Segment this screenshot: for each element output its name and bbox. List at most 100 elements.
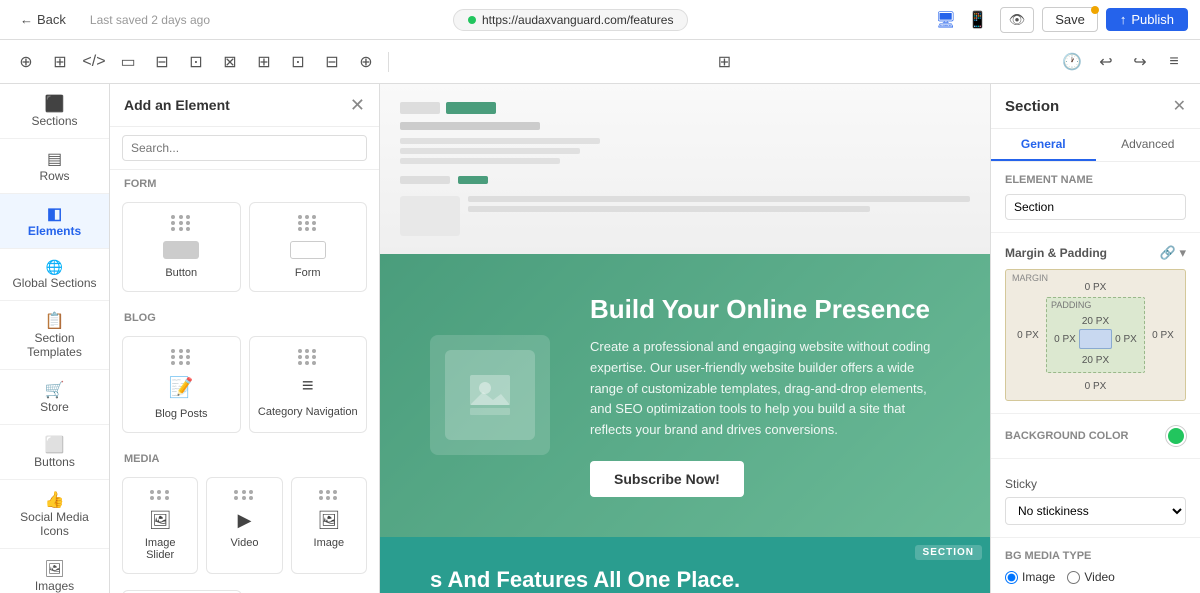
- canvas-banner-section: Build Your Online Presence Create a prof…: [380, 254, 990, 537]
- sidebar-item-social-media-icons[interactable]: 👍 Social Media Icons: [0, 480, 109, 549]
- tab-advanced[interactable]: Advanced: [1096, 129, 1200, 161]
- blog-section-label: Blog: [110, 304, 379, 332]
- history-icon[interactable]: 🕐: [1058, 48, 1086, 76]
- right-panel-close-button[interactable]: ✕: [1173, 96, 1186, 116]
- padding-bottom-value: 20 PX: [1053, 351, 1138, 366]
- element-item-button[interactable]: Button: [122, 202, 241, 292]
- form-icon[interactable]: ⊞: [250, 48, 278, 76]
- element-item-video[interactable]: ▶ Video: [206, 477, 282, 574]
- margin-label-text: MARGIN: [1012, 273, 1048, 283]
- add-element-icon[interactable]: ⊕: [12, 48, 40, 76]
- bg-color-swatch[interactable]: [1166, 426, 1186, 446]
- layout-toggle-icon[interactable]: ⊞: [711, 48, 739, 76]
- bg-media-video-option[interactable]: Video: [1067, 570, 1114, 584]
- sidebar-item-global-sections[interactable]: 🌐 Global Sections: [0, 249, 109, 301]
- back-button[interactable]: ← Back: [12, 8, 74, 31]
- margin-bottom-value: 0 PX: [1014, 377, 1177, 392]
- redo-icon[interactable]: ↪: [1126, 48, 1154, 76]
- element-search-input[interactable]: [122, 135, 367, 161]
- url-bar: https://audaxvanguard.com/features: [218, 9, 923, 31]
- video-dots: [234, 490, 254, 500]
- preview-button[interactable]: 👁: [1000, 7, 1035, 33]
- undo-icon[interactable]: ↩: [1092, 48, 1120, 76]
- margin-padding-link-icon[interactable]: 🔗 ▾: [1160, 245, 1186, 261]
- save-button[interactable]: Save: [1042, 7, 1098, 32]
- image-dots: [319, 490, 339, 500]
- element-item-category-navigation[interactable]: ≡ Category Navigation: [249, 336, 368, 433]
- image-slider-icon: 🖼: [149, 510, 172, 531]
- back-label: Back: [37, 12, 66, 27]
- button-element-dots: [171, 215, 191, 231]
- canvas-teal-section: SECTION s And Features All One Place. 📧 …: [380, 537, 990, 593]
- blog-posts-icon: 📝: [169, 375, 194, 400]
- bg-media-image-option[interactable]: Image: [1005, 570, 1055, 584]
- row-icon[interactable]: ⊟: [148, 48, 176, 76]
- bg-color-label: BACKGROUND COLOR: [1005, 430, 1128, 442]
- top-bar: ← Back Last saved 2 days ago https://aud…: [0, 0, 1200, 40]
- left-sidebar: ⬛ Sections ▤ Rows ◧ Elements 🌐 Global Se…: [0, 84, 110, 593]
- desktop-view-button[interactable]: 🖥: [931, 6, 959, 34]
- settings-icon[interactable]: ⊟: [318, 48, 346, 76]
- element-name-input[interactable]: [1005, 194, 1186, 220]
- bg-media-type-radio-group: Image Video: [1005, 570, 1186, 584]
- layers-icon[interactable]: ⊞: [46, 48, 74, 76]
- right-panel-header: Section ✕: [991, 84, 1200, 129]
- sidebar-item-section-templates[interactable]: 📋 Section Templates: [0, 301, 109, 370]
- padding-box: PADDING 20 PX 0 PX 0 PX 20 PX: [1046, 297, 1145, 373]
- sidebar-item-rows[interactable]: ▤ Rows: [0, 139, 109, 194]
- right-panel-title: Section: [1005, 98, 1059, 115]
- url-text: https://audaxvanguard.com/features: [482, 13, 673, 27]
- element-panel-search: [110, 127, 379, 170]
- form-elements-grid: Button Form: [110, 198, 379, 304]
- element-item-image[interactable]: 🖼 Image: [291, 477, 367, 574]
- subscribe-button[interactable]: Subscribe Now!: [590, 461, 744, 497]
- sidebar-item-sections[interactable]: ⬛ Sections: [0, 84, 109, 139]
- sticky-row: Sticky: [1005, 471, 1186, 497]
- toolbar-separator: [388, 52, 389, 72]
- section-icon[interactable]: ▭: [114, 48, 142, 76]
- publish-button[interactable]: ↑ Publish: [1106, 8, 1188, 31]
- canvas-preview-content: [380, 92, 990, 246]
- bg-media-image-radio[interactable]: [1005, 571, 1018, 584]
- bg-media-type-label: BG Media Type: [1005, 550, 1186, 562]
- media-section-label: Media: [110, 445, 379, 473]
- sticky-label: Sticky: [1005, 477, 1037, 491]
- mobile-view-button[interactable]: 📱: [964, 6, 992, 34]
- video-icon: ▶: [238, 510, 252, 531]
- panel-tabs: General Advanced: [991, 129, 1200, 162]
- button-icon[interactable]: ⊠: [216, 48, 244, 76]
- bg-media-video-radio[interactable]: [1067, 571, 1080, 584]
- device-buttons: 🖥 📱: [931, 6, 991, 34]
- content-area: [1079, 329, 1112, 349]
- sidebar-item-elements[interactable]: ◧ Elements: [0, 194, 109, 249]
- faq-grid: ≡ FAQ: [110, 586, 379, 593]
- more-icon[interactable]: ≡: [1160, 48, 1188, 76]
- element-panel-close-button[interactable]: ✕: [350, 96, 365, 114]
- banner-body: Create a professional and engaging websi…: [590, 337, 940, 441]
- code-icon[interactable]: </>: [80, 48, 108, 76]
- element-item-form[interactable]: Form: [249, 202, 368, 292]
- column-icon[interactable]: ⊡: [182, 48, 210, 76]
- canvas-inner: Build Your Online Presence Create a prof…: [380, 84, 990, 593]
- media-icon[interactable]: ⊡: [284, 48, 312, 76]
- tab-general[interactable]: General: [991, 129, 1096, 161]
- image-icon: 🖼: [317, 510, 340, 531]
- bg-color-section: BACKGROUND COLOR: [991, 414, 1200, 459]
- sidebar-item-store[interactable]: 🛒 Store: [0, 370, 109, 425]
- teal-section-heading: s And Features All One Place.: [430, 567, 940, 593]
- widgets-icon[interactable]: ⊕: [352, 48, 380, 76]
- publish-icon: ↑: [1120, 12, 1127, 27]
- margin-mid-row: 0 PX PADDING 20 PX 0 PX 0 PX 20 PX: [1014, 297, 1177, 373]
- form-section-label: Form: [110, 170, 379, 198]
- blog-elements-grid: 📝 Blog Posts ≡ Category Navigation: [110, 332, 379, 445]
- category-nav-dots: [298, 349, 318, 365]
- sidebar-item-images[interactable]: 🖼 Images: [0, 549, 109, 593]
- banner-image-placeholder: [445, 350, 535, 440]
- element-item-image-slider[interactable]: 🖼 Image Slider: [122, 477, 198, 574]
- sticky-select[interactable]: No stickiness Sticky top Sticky bottom: [1005, 497, 1186, 525]
- canvas-preview-section: [380, 84, 990, 254]
- button-preview-icon: [163, 241, 199, 259]
- element-item-blog-posts[interactable]: 📝 Blog Posts: [122, 336, 241, 433]
- canvas: Build Your Online Presence Create a prof…: [380, 84, 990, 593]
- sidebar-item-buttons[interactable]: ⬜ Buttons: [0, 425, 109, 480]
